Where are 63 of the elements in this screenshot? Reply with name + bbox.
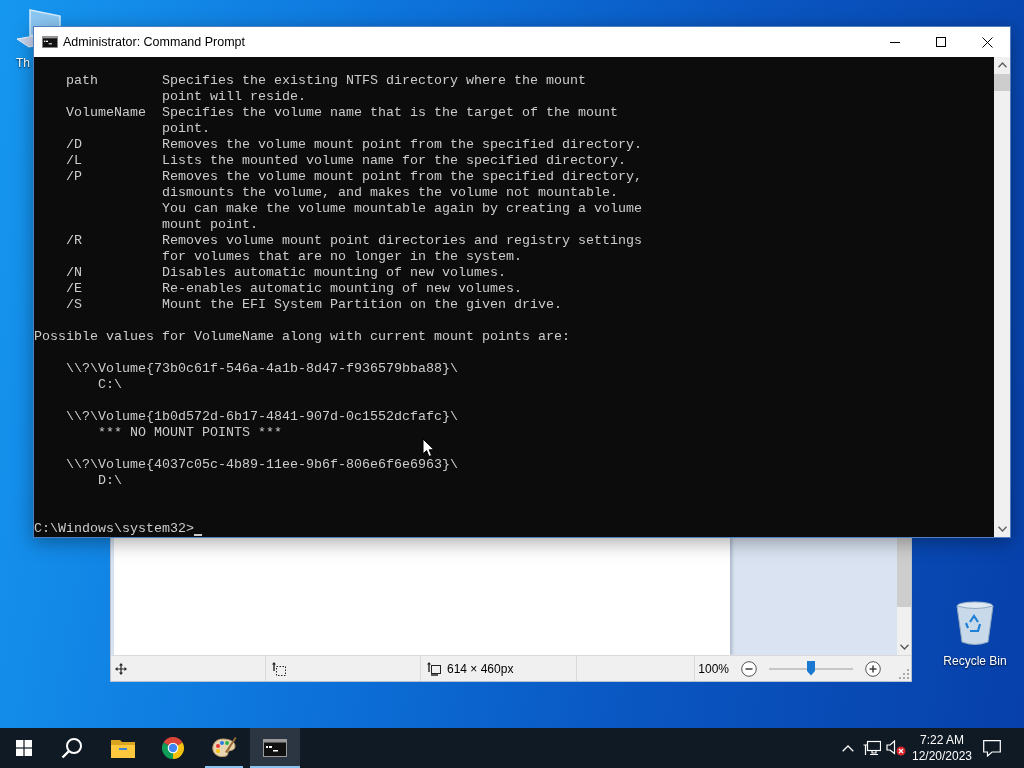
network-icon[interactable] [863,740,881,756]
speaker-cross-icon[interactable] [886,740,906,756]
window-title: Administrator: Command Prompt [63,35,245,49]
mouse-pointer-icon [422,438,435,458]
resize-grip-icon[interactable] [899,669,909,679]
size-icon [427,661,441,676]
recycle-bin-icon[interactable] [954,600,996,646]
zoom-out-icon[interactable] [741,660,757,677]
caret-down-icon[interactable] [997,526,1007,532]
scrollbar[interactable] [994,57,1010,537]
option-description: Removes volume mount point directories and registry settings for volumes that are no longer in the system. [162,233,642,265]
mount-point: C:\ [98,377,122,393]
zoom-in-icon[interactable] [865,660,881,677]
move-icon [115,662,127,675]
mount-point: *** NO MOUNT POINTS *** [98,425,282,441]
option-description: Specifies the existing NTFS directory where the mount point will reside. [162,73,587,105]
caret-up-icon[interactable] [997,62,1007,68]
text-cursor-icon [193,534,202,536]
option-description: Mount the EFI System Partition on the given drive. [162,297,563,313]
option-description: Removes the volume mount point from the specified directory, dismounts the volume, and makes the volume not mountable. You can make the volume mountable again by creating a volume mount point. [162,169,642,233]
clock-time[interactable]: 7:22 AM [920,732,964,748]
mount-point: D:\ [98,473,122,489]
volume-name: \\?\Volume{73b0c61f-546a-4a1b-8d47-f936579bba88}\ [66,361,458,377]
volume-name: \\?\Volume{1b0d572d-6b17-4841-907d-0c1552dcfafc}\ [66,409,458,425]
option-name: path [66,73,99,90]
maximize-icon [936,37,946,47]
output-heading: Possible values for VolumeName along with current mount points are: [34,329,570,345]
volume-name: \\?\Volume{4037c05c-4b89-11ee-9b6f-806e6f6e6963}\ [66,457,458,473]
slider-thumb[interactable] [807,660,815,676]
terminal-icon [42,36,58,48]
desktop-icon-label[interactable]: Recycle Bin [943,654,1007,668]
option-name: /E [66,281,83,297]
caret-down-icon[interactable] [899,644,909,650]
selection-icon [272,661,286,676]
option-name: /D [66,137,83,153]
terminal-icon [263,739,287,757]
chevron-up-icon[interactable] [842,744,854,752]
windows-logo-icon [16,740,32,756]
browser-icon [161,736,185,760]
close-icon [981,36,993,48]
image-size-text: 614 × 460px [447,661,514,676]
option-name: /N [66,265,83,281]
option-description: Re-enables automatic mounting of new volumes. [162,281,523,297]
option-name: /R [66,233,83,250]
minimize-icon [890,41,900,43]
option-description: Lists the mounted volume name for the specified directory. [162,153,627,169]
option-name: VolumeName [66,105,147,122]
option-name: /S [66,297,83,313]
option-description: Disables automatic mounting of new volumes. [162,265,507,281]
zoom-percent-text: 100% [698,661,729,676]
option-name: /L [66,153,83,169]
option-description: Specifies the volume name that is the target of the mount point. [162,105,619,137]
command-prompt: C:\Windows\system32> [34,521,194,537]
option-name: /P [66,169,83,186]
clock-date[interactable]: 12/20/2023 [911,748,973,764]
palette-icon [211,736,237,760]
scrollbar-thumb[interactable] [897,537,911,607]
folder-icon [111,738,135,758]
notification-icon[interactable] [983,739,1001,757]
search-icon [61,737,83,759]
option-description: Removes the volume mount point from the specified directory. [162,137,642,153]
scrollbar-thumb[interactable] [994,74,1010,91]
taskbar-app-button[interactable] [250,728,300,768]
